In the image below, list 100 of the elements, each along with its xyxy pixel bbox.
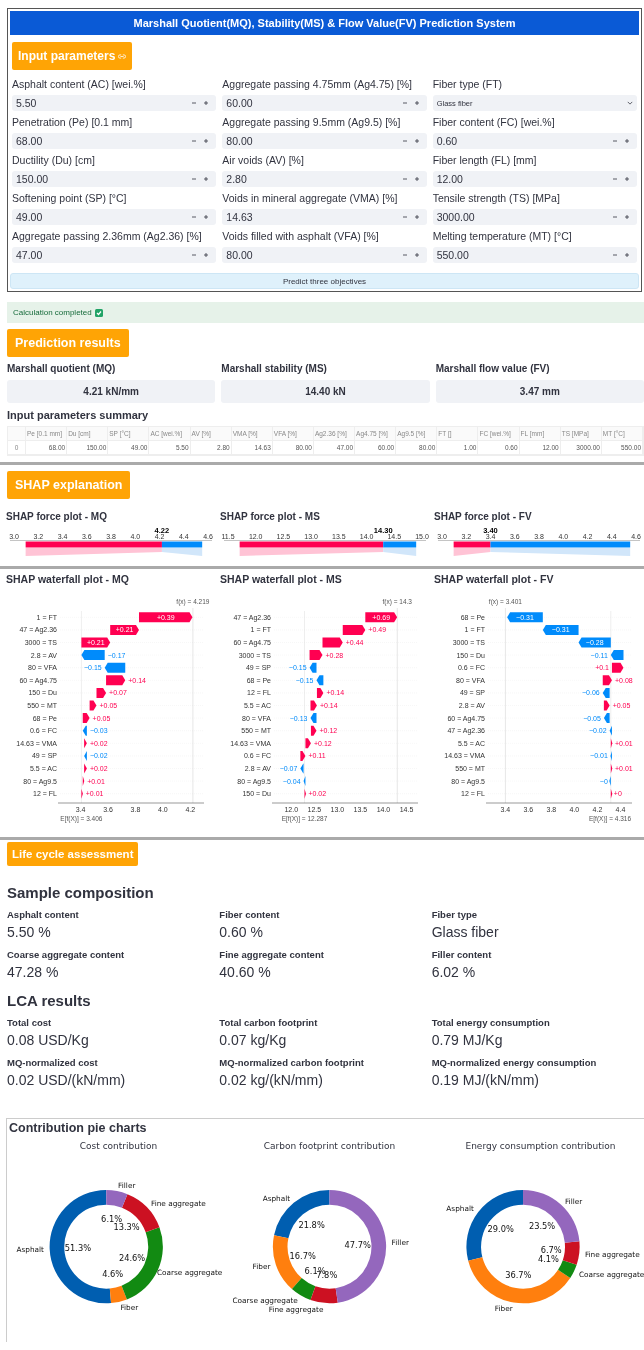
metric-label: Total carbon footprint <box>219 1017 319 1028</box>
minus-icon <box>191 138 198 144</box>
field-label: Fiber content (FC) [wei.%] <box>432 115 556 130</box>
percent-label: 47.7% <box>344 1239 371 1250</box>
minus-icon <box>612 138 618 144</box>
plus-icon <box>203 176 210 182</box>
result-label: Marshall stability (MS) <box>221 363 328 374</box>
number-input[interactable]: 5.50 <box>12 95 217 111</box>
plot-title: SHAP force plot - MS <box>220 511 321 522</box>
metric-label: MQ-normalized carbon footprint <box>219 1057 365 1068</box>
plus-icon <box>203 214 210 220</box>
result-label: Marshall flow value (FV) <box>435 363 551 374</box>
number-input[interactable]: 2.80 <box>222 171 427 187</box>
minus-icon <box>401 252 408 258</box>
percent-label: 6.7% <box>540 1244 562 1255</box>
section-badge: Life cycle assessment <box>7 842 139 866</box>
percent-label: 4.6% <box>102 1269 124 1280</box>
plus-icon <box>624 214 630 220</box>
metric-value: 0.19 MJ/(kN/mm) <box>431 1072 540 1088</box>
plus-icon <box>203 100 210 106</box>
metric-value: 0.08 USD/Kg <box>7 1032 90 1048</box>
minus-icon <box>612 252 618 258</box>
plus-icon <box>624 138 630 144</box>
field-label: Aggregate passing 2.36mm (Ag2.36) [%] <box>12 229 203 244</box>
number-input[interactable]: 150.00 <box>12 171 217 187</box>
metric-label: Filler content <box>431 949 493 960</box>
number-input[interactable]: 60.00 <box>222 95 427 111</box>
waterfall-bar <box>610 763 613 774</box>
percent-label: 4.1% <box>537 1254 559 1265</box>
metric-value: 5.50 % <box>7 924 52 940</box>
summary-title: Input parameters summary <box>7 409 150 421</box>
metric-label: Total energy consumption <box>431 1017 551 1028</box>
field-label: Voids in mineral aggregate (VMA) [%] <box>222 191 399 206</box>
result-value: 14.40 kN <box>221 380 430 403</box>
waterfall-bar <box>84 763 87 774</box>
minus-icon <box>191 252 198 258</box>
plot-title: SHAP waterfall plot - MS <box>220 573 343 585</box>
minus-icon <box>401 176 408 182</box>
plus-icon <box>413 176 420 182</box>
waterfall-bar <box>310 700 317 711</box>
metric-value: Glass fiber <box>431 924 500 940</box>
metric-label: Asphalt content <box>7 909 80 920</box>
result-value: 4.21 kN/mm <box>7 380 216 403</box>
metric-label: MQ-normalized cost <box>7 1057 99 1068</box>
group-title: LCA results <box>7 992 92 1009</box>
panel-title: Contribution pie charts <box>9 1121 148 1135</box>
minus-icon <box>401 214 408 220</box>
metric-label: Total cost <box>7 1017 53 1028</box>
metric-value: 0.79 MJ/Kg <box>431 1032 504 1048</box>
waterfall-bar <box>300 763 304 774</box>
minus-icon <box>191 176 198 182</box>
number-input[interactable]: 80.00 <box>222 247 427 263</box>
number-input[interactable]: 80.00 <box>222 133 427 149</box>
percent-label: 13.3% <box>113 1221 140 1232</box>
metric-label: MQ-normalized energy consumption <box>431 1057 598 1068</box>
field-label: Air voids (AV) [%] <box>222 153 305 168</box>
result-value: 3.47 mm <box>435 380 644 403</box>
plot-title: SHAP waterfall plot - FV <box>434 573 555 585</box>
app-title-bar: Marshall Quotient(MQ), Stability(MS) & Flow Value(FV) Prediction System <box>10 11 639 35</box>
percent-label: 16.7% <box>289 1250 316 1261</box>
waterfall-bar <box>81 637 111 648</box>
metric-value: 40.60 % <box>219 964 272 980</box>
section-badge: SHAP explanation <box>7 471 131 499</box>
minus-icon <box>191 100 198 106</box>
group-title: Sample composition <box>7 884 155 901</box>
percent-label: 29.0% <box>487 1224 514 1235</box>
plus-icon <box>413 138 420 144</box>
number-input[interactable]: 68.00 <box>12 133 217 149</box>
minus-icon <box>401 100 408 106</box>
waterfall-bar <box>611 662 624 673</box>
chart-title: Energy consumption contribution <box>465 1141 616 1151</box>
number-input[interactable]: 49.00 <box>12 209 217 225</box>
waterfall-bar <box>602 675 612 686</box>
metric-value: 0.02 USD/(kN/mm) <box>7 1072 127 1088</box>
metric-value: 0.60 % <box>219 924 264 940</box>
field-label: Softening point (SP) [°C] <box>12 191 128 206</box>
plus-icon <box>413 252 420 258</box>
metric-label: Fiber type <box>431 909 479 920</box>
metric-label: Fiber content <box>219 909 281 920</box>
number-input[interactable]: 47.00 <box>12 247 217 263</box>
chart-title: Carbon footprint contribution <box>263 1141 396 1151</box>
percent-label: 6.1% <box>101 1213 123 1224</box>
field-label: Tensile strength (TS) [MPa] <box>432 191 561 206</box>
chart-title: Cost contribution <box>79 1141 158 1151</box>
number-input[interactable]: 12.00 <box>432 171 637 187</box>
field-label: Aggregate passing 9.5mm (Ag9.5) [%] <box>222 115 402 130</box>
waterfall-bar <box>322 637 343 648</box>
number-input[interactable]: 14.63 <box>222 209 427 225</box>
plus-icon <box>203 252 210 258</box>
number-input[interactable]: 0.60 <box>432 133 637 149</box>
metric-label: Fine aggregate content <box>219 949 325 960</box>
link-icon[interactable] <box>118 53 127 59</box>
number-input[interactable]: 550.00 <box>432 247 637 263</box>
metric-value: 47.28 % <box>7 964 60 980</box>
predict-button[interactable]: Predict three objectives <box>10 273 639 289</box>
plus-icon <box>624 176 630 182</box>
number-input[interactable]: 3000.00 <box>432 209 637 225</box>
section-title: Input parameters <box>18 49 116 63</box>
percent-label: 23.5% <box>528 1220 556 1231</box>
status-message: Calculation completed <box>13 308 92 317</box>
